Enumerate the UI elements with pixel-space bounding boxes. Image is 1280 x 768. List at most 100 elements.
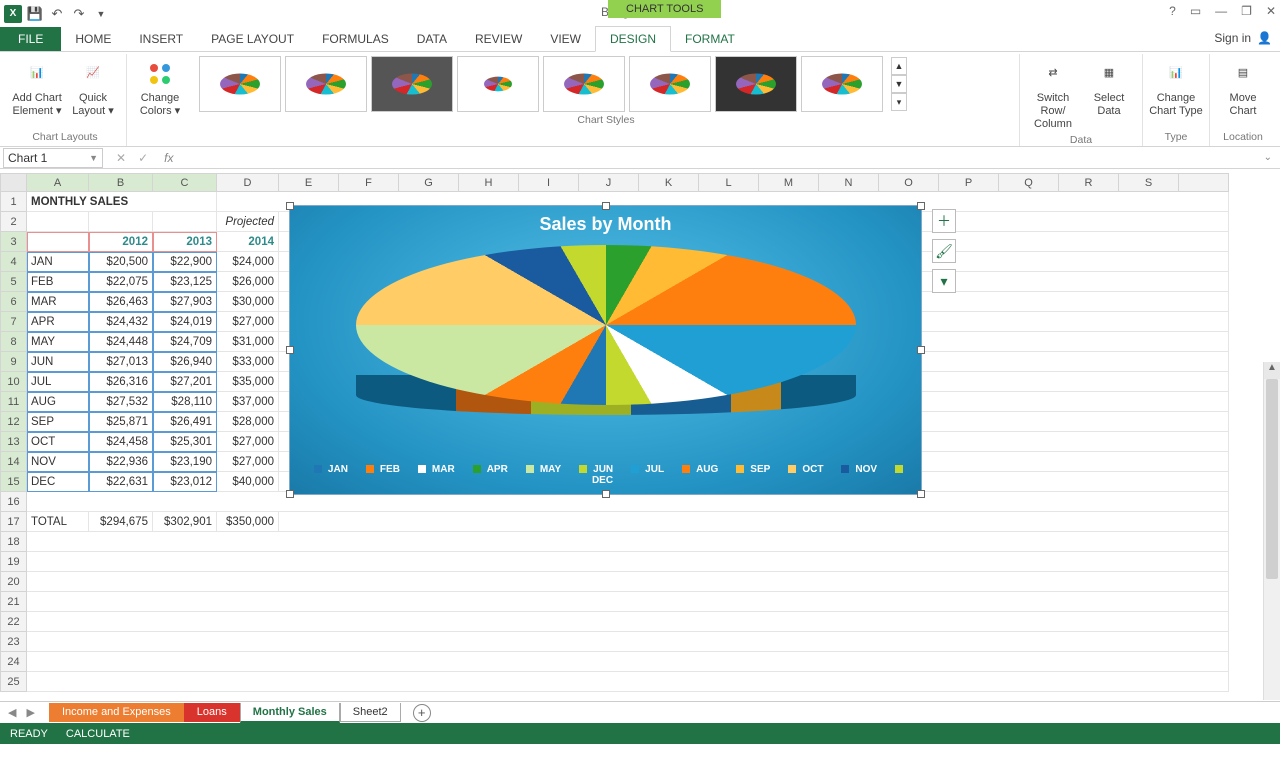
chart-style-5[interactable] <box>543 56 625 112</box>
scroll-down-icon[interactable]: ▼ <box>891 75 907 93</box>
cell[interactable]: APR <box>27 312 89 332</box>
formula-expand-icon[interactable]: ⌄ <box>1264 152 1280 163</box>
col-header[interactable]: A <box>27 174 89 192</box>
chart-filters-button[interactable]: ▾ <box>932 269 956 293</box>
minimize-icon[interactable]: — <box>1215 4 1227 18</box>
chart-styles-button[interactable]: 🖌 <box>932 239 956 263</box>
cell[interactable]: FEB <box>27 272 89 292</box>
switch-row-column-button[interactable]: ⇄Switch Row/ Column <box>1026 56 1080 132</box>
tab-review[interactable]: REVIEW <box>461 27 536 51</box>
cell[interactable]: TOTAL <box>27 512 89 532</box>
tab-data[interactable]: DATA <box>403 27 461 51</box>
sheet-tab-income[interactable]: Income and Expenses <box>49 703 184 722</box>
cell[interactable]: $24,709 <box>153 332 217 352</box>
cell[interactable]: $27,013 <box>89 352 153 372</box>
cell[interactable]: MONTHLY SALES <box>27 192 217 212</box>
tab-design[interactable]: DESIGN <box>595 26 671 52</box>
cell[interactable]: $294,675 <box>89 512 153 532</box>
cell[interactable]: DEC <box>27 472 89 492</box>
col-header[interactable]: D <box>217 174 279 192</box>
col-header[interactable]: J <box>579 174 639 192</box>
col-header[interactable]: H <box>459 174 519 192</box>
cell[interactable]: $23,190 <box>153 452 217 472</box>
cell[interactable]: $22,900 <box>153 252 217 272</box>
chart-style-4[interactable] <box>457 56 539 112</box>
cell[interactable]: SEP <box>27 412 89 432</box>
col-header[interactable]: O <box>879 174 939 192</box>
cell[interactable]: $26,000 <box>217 272 279 292</box>
worksheet-grid[interactable]: A B C D E F G H I J K L M N O P Q R S 1M… <box>0 173 1280 700</box>
cell[interactable]: $27,000 <box>217 432 279 452</box>
cell[interactable]: $26,316 <box>89 372 153 392</box>
cell[interactable]: $24,448 <box>89 332 153 352</box>
resize-handle[interactable] <box>917 202 925 210</box>
col-header[interactable]: F <box>339 174 399 192</box>
cell[interactable]: $28,110 <box>153 392 217 412</box>
cell[interactable]: $26,463 <box>89 292 153 312</box>
chart-style-1[interactable] <box>199 56 281 112</box>
cell[interactable]: JAN <box>27 252 89 272</box>
chart-style-2[interactable] <box>285 56 367 112</box>
cell[interactable]: $27,903 <box>153 292 217 312</box>
cell[interactable]: NOV <box>27 452 89 472</box>
col-header[interactable]: L <box>699 174 759 192</box>
col-header[interactable]: I <box>519 174 579 192</box>
resize-handle[interactable] <box>286 490 294 498</box>
quick-layout-button[interactable]: 📈Quick Layout ▾ <box>66 56 120 129</box>
cell[interactable]: $24,458 <box>89 432 153 452</box>
chart-style-3[interactable] <box>371 56 453 112</box>
col-header[interactable]: P <box>939 174 999 192</box>
cell[interactable]: $26,491 <box>153 412 217 432</box>
new-sheet-button[interactable]: + <box>413 704 431 722</box>
col-header[interactable]: G <box>399 174 459 192</box>
cell[interactable]: MAY <box>27 332 89 352</box>
move-chart-button[interactable]: ▤Move Chart <box>1216 56 1270 129</box>
cell[interactable]: $25,301 <box>153 432 217 452</box>
resize-handle[interactable] <box>917 490 925 498</box>
col-header[interactable]: S <box>1119 174 1179 192</box>
col-header[interactable]: C <box>153 174 217 192</box>
tab-format[interactable]: FORMAT <box>671 27 749 51</box>
close-icon[interactable]: ✕ <box>1266 4 1276 18</box>
cell[interactable]: $22,075 <box>89 272 153 292</box>
tab-insert[interactable]: INSERT <box>125 27 197 51</box>
tab-view[interactable]: VIEW <box>536 27 595 51</box>
cell[interactable]: $37,000 <box>217 392 279 412</box>
col-header[interactable]: M <box>759 174 819 192</box>
chart-style-7[interactable] <box>715 56 797 112</box>
name-box-dropdown-icon[interactable]: ▼ <box>89 153 98 163</box>
col-header[interactable]: K <box>639 174 699 192</box>
cell[interactable]: 2012 <box>89 232 153 252</box>
cell[interactable]: $27,000 <box>217 452 279 472</box>
cell[interactable]: Projected <box>217 212 279 232</box>
cell[interactable]: $23,012 <box>153 472 217 492</box>
maximize-icon[interactable]: ❐ <box>1241 4 1252 18</box>
help-icon[interactable]: ? <box>1169 4 1176 18</box>
cell[interactable]: $31,000 <box>217 332 279 352</box>
sheet-tab-monthly-sales[interactable]: Monthly Sales <box>240 703 340 723</box>
tab-home[interactable]: HOME <box>61 27 125 51</box>
tab-page-layout[interactable]: PAGE LAYOUT <box>197 27 308 51</box>
pie-chart-3d[interactable] <box>356 245 856 415</box>
cell[interactable]: $35,000 <box>217 372 279 392</box>
cell[interactable]: $22,631 <box>89 472 153 492</box>
resize-handle[interactable] <box>286 202 294 210</box>
col-header[interactable]: E <box>279 174 339 192</box>
vertical-scrollbar[interactable]: ▲ ▼ <box>1263 362 1280 700</box>
cell[interactable]: $20,500 <box>89 252 153 272</box>
cell[interactable]: $350,000 <box>217 512 279 532</box>
scroll-more-icon[interactable]: ▾ <box>891 93 907 111</box>
select-all-corner[interactable] <box>1 174 27 192</box>
cell[interactable]: $26,940 <box>153 352 217 372</box>
cell[interactable]: $25,871 <box>89 412 153 432</box>
col-header[interactable]: R <box>1059 174 1119 192</box>
name-box[interactable]: Chart 1▼ <box>3 148 103 168</box>
chart-elements-button[interactable]: ＋ <box>932 209 956 233</box>
sheet-tab-sheet2[interactable]: Sheet2 <box>340 703 401 722</box>
select-data-button[interactable]: ▦Select Data <box>1082 56 1136 132</box>
cell[interactable]: 2014 <box>217 232 279 252</box>
cell[interactable]: $33,000 <box>217 352 279 372</box>
sheet-nav-prev-icon[interactable]: ◀ <box>8 706 16 719</box>
cell[interactable]: $302,901 <box>153 512 217 532</box>
cell[interactable]: $27,532 <box>89 392 153 412</box>
